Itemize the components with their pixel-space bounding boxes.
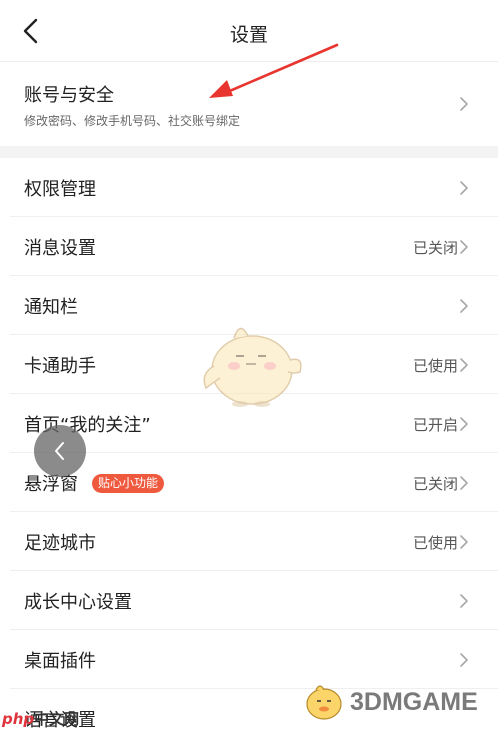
settings-item-status: 已使用 — [412, 357, 458, 375]
watermark-php-text: php — [2, 710, 35, 728]
settings-item-label: 权限管理 — [24, 179, 96, 200]
settings-item-label: 成长中心设置 — [24, 592, 132, 613]
chevron-right-icon — [460, 240, 468, 254]
chevron-right-icon — [460, 299, 468, 313]
account-security-label: 账号与安全 — [24, 85, 114, 106]
php-cn-watermark: php中文网 — [2, 708, 82, 728]
settings-item-status: 已使用 — [412, 534, 458, 552]
annotation-arrow-icon — [209, 43, 339, 98]
settings-item-status: 已关闭 — [412, 475, 458, 493]
settings-item-footprint-cities[interactable]: 足迹城市 已使用 — [0, 512, 498, 571]
chevron-right-icon — [460, 653, 468, 667]
chevron-right-icon — [460, 476, 468, 490]
settings-item-label: 通知栏 — [24, 297, 78, 318]
chevron-left-icon — [55, 442, 64, 460]
settings-item-permissions[interactable]: 权限管理 — [0, 158, 498, 217]
chevron-right-icon — [460, 97, 468, 111]
chevron-right-icon — [460, 535, 468, 549]
3dmgame-duck-logo-icon — [306, 685, 342, 720]
watermark-cn-text: 中文网 — [34, 710, 80, 728]
account-security-sublabel: 修改密码、修改手机号码、社交账号绑定 — [24, 114, 241, 128]
chevron-right-icon — [460, 181, 468, 195]
settings-item-status: 已关闭 — [412, 239, 458, 257]
section-divider — [0, 146, 498, 158]
settings-item-status: 已开启 — [412, 416, 458, 434]
cartoon-assistant-mascot-icon — [203, 327, 302, 407]
settings-item-label: 足迹城市 — [24, 533, 96, 554]
feature-badge: 贴心小功能 — [92, 474, 165, 493]
settings-item-label: 桌面插件 — [24, 651, 96, 672]
settings-item-growth-center[interactable]: 成长中心设置 — [0, 571, 498, 630]
floating-back-button[interactable] — [34, 425, 86, 477]
3dmgame-watermark: 3DMGAME — [300, 680, 492, 726]
watermark-3dmgame-text: 3DMGAME — [350, 688, 478, 716]
chevron-right-icon — [460, 417, 468, 431]
settings-item-label: 消息设置 — [24, 238, 96, 259]
chevron-right-icon — [460, 594, 468, 608]
chevron-right-icon — [460, 358, 468, 372]
settings-item-label: 卡通助手 — [24, 356, 96, 377]
settings-item-messages[interactable]: 消息设置 已关闭 — [0, 217, 498, 276]
